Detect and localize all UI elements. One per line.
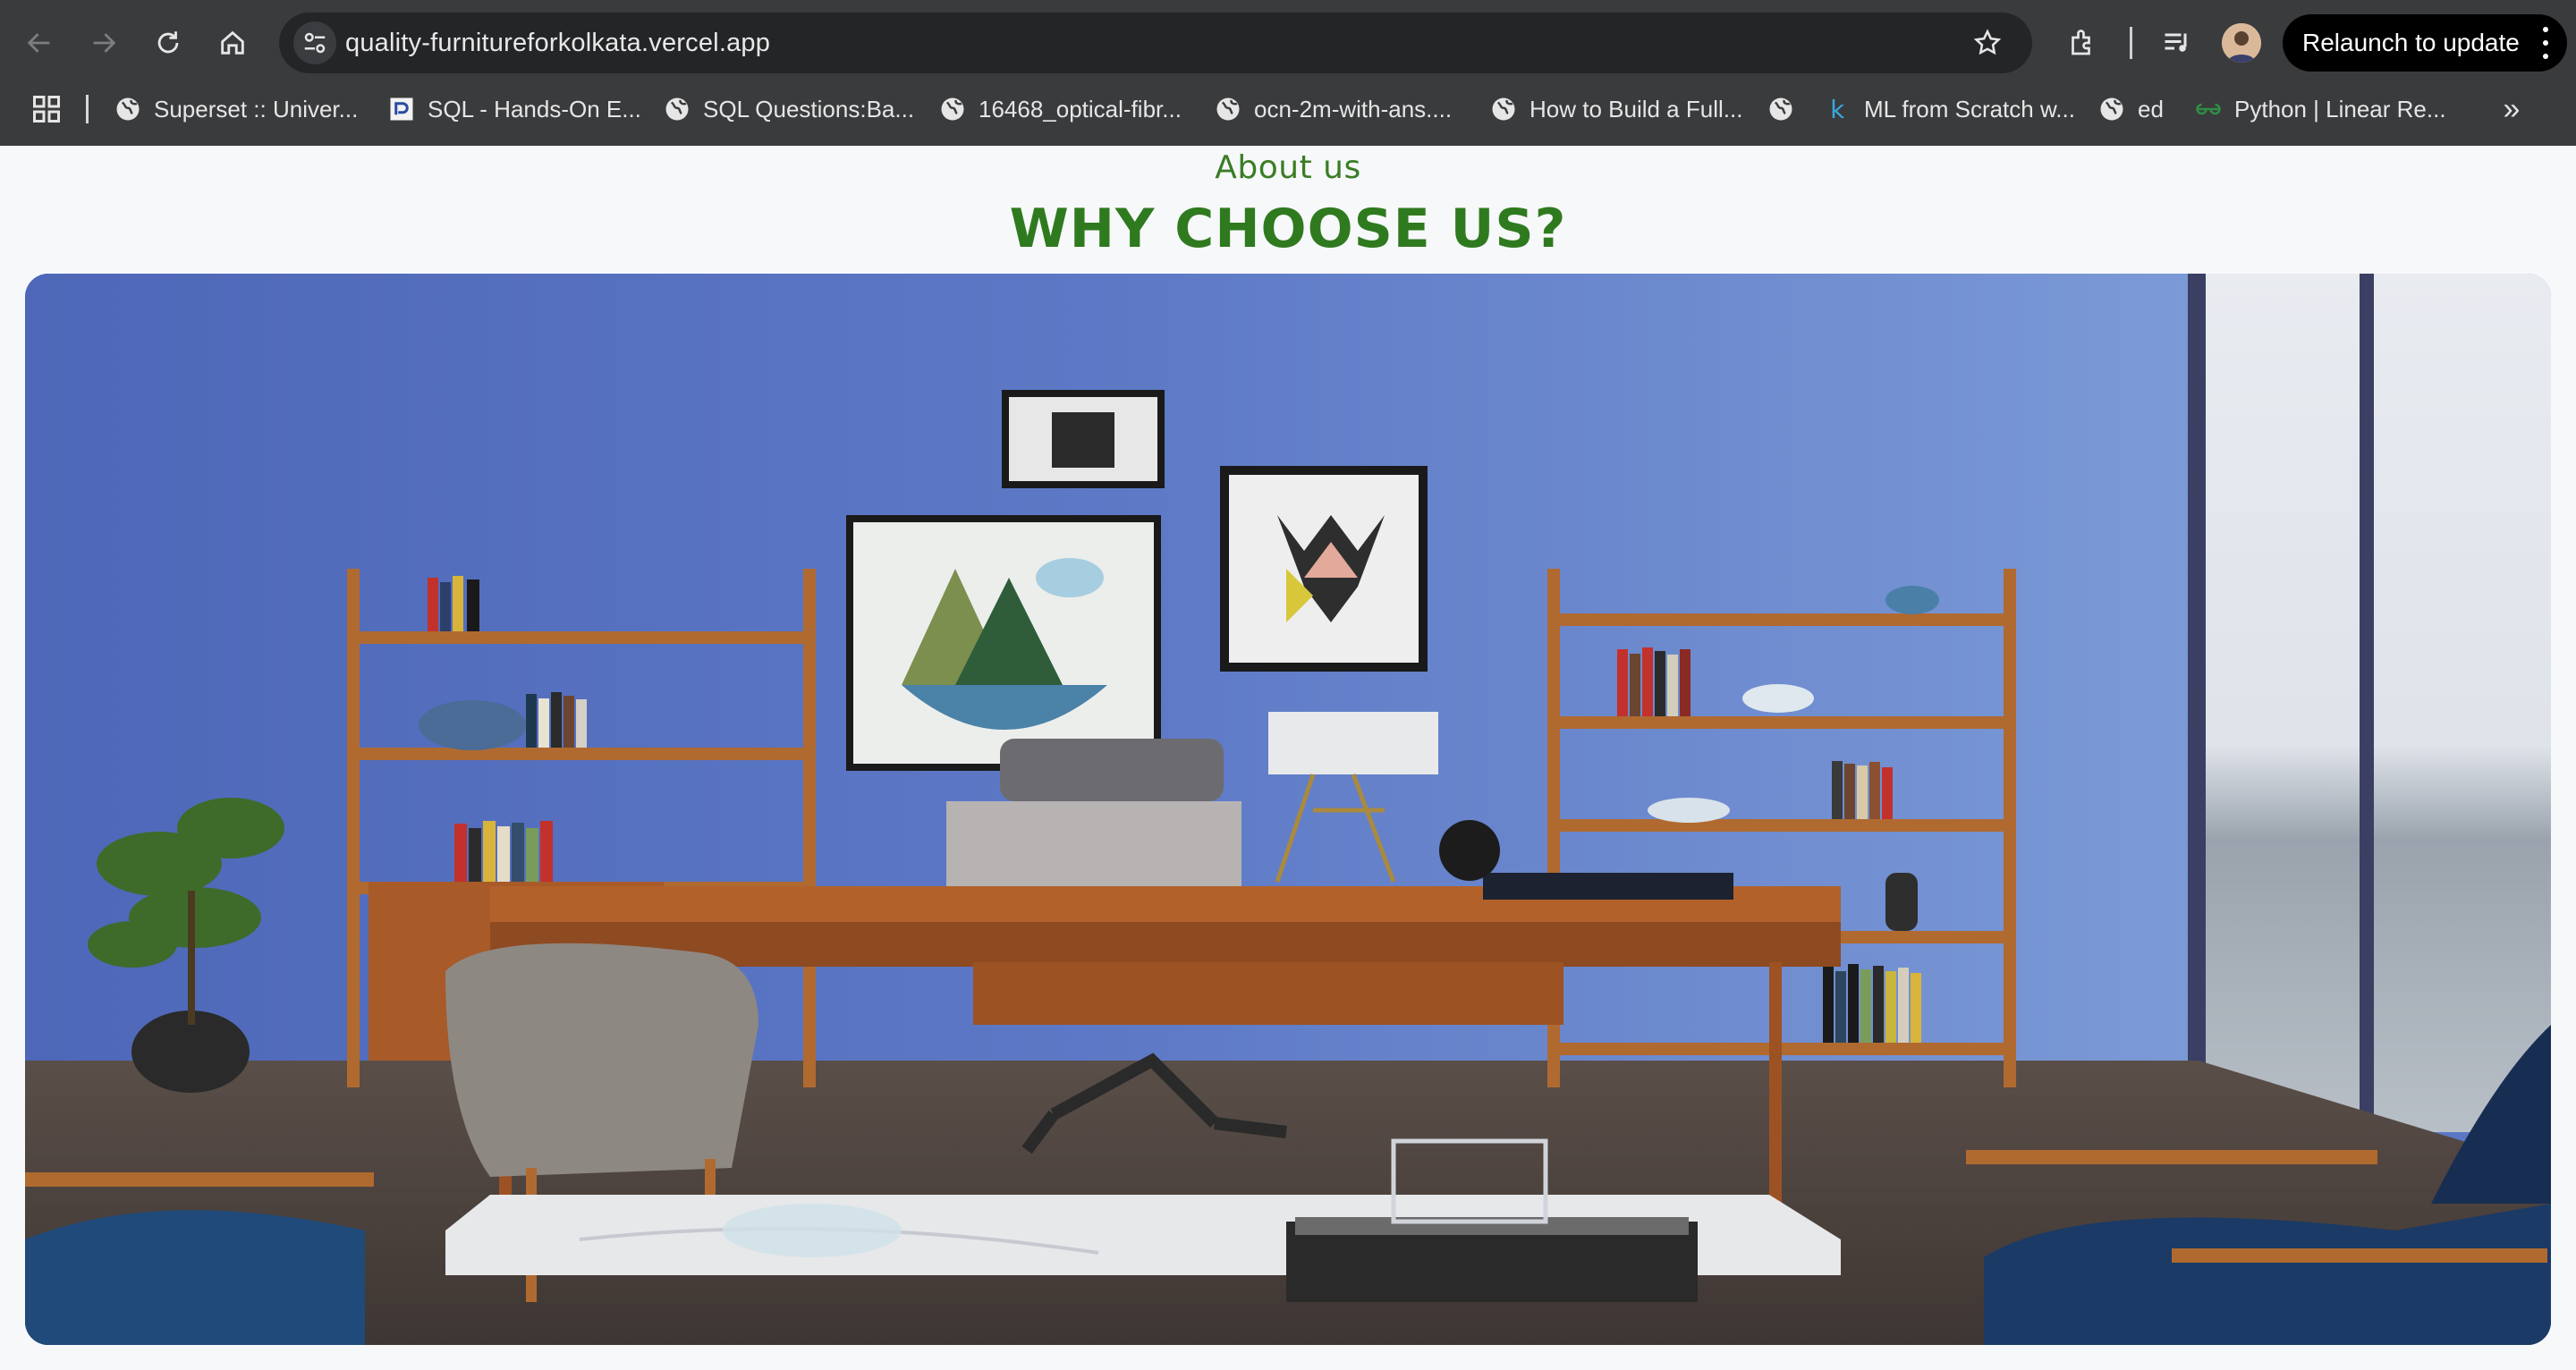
forward-button[interactable]	[82, 21, 125, 64]
bookmark-label: Python | Linear Re...	[2234, 95, 2446, 123]
toolbar-divider	[2130, 27, 2132, 59]
bookmark-item[interactable]: Python | Linear Re...	[2195, 89, 2446, 129]
globe-icon	[1767, 96, 1794, 123]
bookmark-label: How to Build a Full...	[1530, 95, 1743, 123]
bookmarks-overflow-button[interactable]: »	[2496, 93, 2528, 125]
section-heading: WHY CHOOSE US?	[1009, 198, 1567, 260]
bookmark-item[interactable]	[1767, 89, 1807, 129]
bookmark-label: ocn-2m-with-ans....	[1254, 95, 1453, 123]
page-content: About us WHY CHOOSE US?	[0, 146, 2576, 1370]
bookmark-item[interactable]: Superset :: Univer...	[114, 89, 358, 129]
globe-icon	[1490, 96, 1517, 123]
hero-image	[25, 274, 2551, 1345]
home-icon	[221, 30, 244, 55]
site-logo-icon	[388, 96, 415, 123]
bookmark-star-icon[interactable]	[1968, 23, 2007, 63]
back-button[interactable]	[18, 21, 61, 64]
section-eyebrow: About us	[1215, 149, 1361, 186]
office-interior-illustration	[25, 274, 2551, 1345]
bookmark-label: Superset :: Univer...	[154, 95, 359, 123]
reload-icon	[157, 31, 179, 54]
address-bar[interactable]: quality-furnitureforkolkata.vercel.app	[279, 13, 2032, 73]
globe-icon	[664, 96, 691, 123]
site-settings-icon[interactable]	[293, 21, 336, 64]
more-vert-icon[interactable]	[2542, 27, 2549, 59]
globe-icon	[2098, 96, 2125, 123]
reload-button[interactable]	[147, 21, 190, 64]
gfg-logo-icon	[2195, 96, 2222, 123]
apps-grid-icon[interactable]	[30, 93, 63, 125]
globe-icon	[1215, 96, 1241, 123]
bookmark-item[interactable]: How to Build a Full...	[1490, 89, 1742, 129]
arrow-right-icon	[93, 33, 116, 53]
relaunch-label: Relaunch to update	[2302, 29, 2520, 56]
bookmark-label: 16468_optical-fibr...	[979, 95, 1182, 123]
arrow-left-icon	[27, 33, 50, 53]
browser-chrome: quality-furnitureforkolkata.vercel.app R…	[0, 0, 2576, 146]
bookmark-item[interactable]: 16468_optical-fibr...	[939, 89, 1182, 129]
globe-icon	[939, 96, 966, 123]
extensions-icon[interactable]	[2061, 21, 2104, 64]
media-controls-icon[interactable]	[2156, 21, 2199, 64]
bookmark-item[interactable]: ocn-2m-with-ans....	[1215, 89, 1452, 129]
bookmark-item[interactable]: SQL - Hands-On E...	[388, 89, 641, 129]
browser-toolbar: quality-furnitureforkolkata.vercel.app R…	[0, 0, 2576, 86]
k-logo-icon: k	[1825, 96, 1852, 123]
home-button[interactable]	[211, 21, 254, 64]
svg-text:k: k	[1830, 96, 1844, 123]
bookmarks-separator	[86, 95, 89, 123]
bookmark-label: SQL - Hands-On E...	[428, 95, 641, 123]
globe-icon	[114, 96, 141, 123]
bookmark-item[interactable]: k ML from Scratch w...	[1825, 89, 2075, 129]
url-text[interactable]: quality-furnitureforkolkata.vercel.app	[345, 13, 770, 73]
bookmark-item[interactable]: ed	[2098, 89, 2164, 129]
bookmark-label: SQL Questions:Ba...	[703, 95, 915, 123]
bookmark-label: ed	[2138, 95, 2164, 123]
bookmark-label: ML from Scratch w...	[1864, 95, 2075, 123]
bookmark-item[interactable]: SQL Questions:Ba...	[664, 89, 914, 129]
relaunch-button[interactable]: Relaunch to update	[2283, 14, 2567, 72]
profile-avatar[interactable]	[2222, 23, 2261, 63]
